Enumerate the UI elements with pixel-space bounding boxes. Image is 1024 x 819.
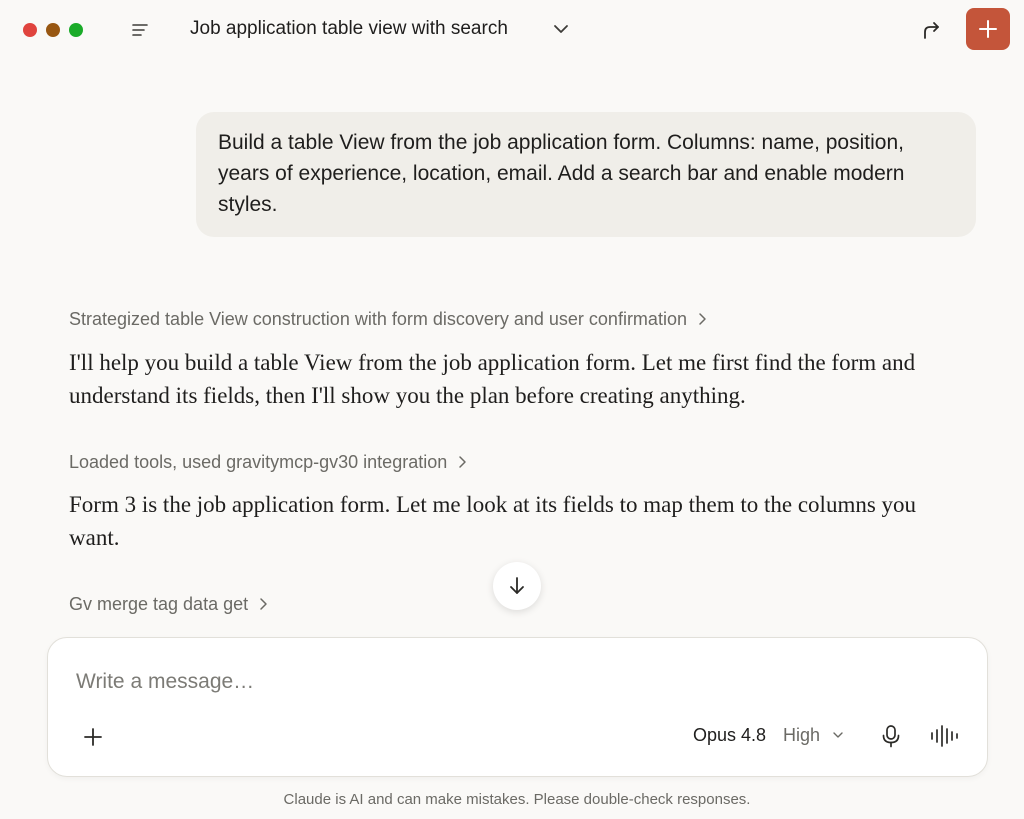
window-close-button[interactable] [23, 23, 37, 37]
plus-icon [979, 20, 997, 38]
voice-waveform-icon[interactable] [929, 723, 961, 749]
assistant-message-text: I'll help you build a table View from th… [69, 350, 916, 408]
user-message: Build a table View from the job applicat… [196, 112, 976, 237]
window-minimize-button[interactable] [46, 23, 60, 37]
disclaimer-text: Claude is AI and can make mistakes. Plea… [283, 791, 751, 808]
message-composer: Opus 4.8 High [47, 637, 988, 777]
sidebar-toggle-icon[interactable] [130, 20, 150, 40]
tool-use-toggle[interactable]: Loaded tools, used gravitymcp-gv30 integ… [69, 450, 469, 474]
tool-use-label: Loaded tools, used gravitymcp-gv30 integ… [69, 452, 448, 472]
chevron-right-icon [260, 598, 267, 610]
share-arrow-icon[interactable] [920, 18, 944, 42]
assistant-message-text: Form 3 is the job application form. Let … [69, 492, 917, 550]
chevron-right-icon [459, 456, 466, 468]
chevron-right-icon [699, 313, 706, 325]
microphone-icon[interactable] [878, 723, 904, 749]
thinking-summary-toggle[interactable]: Strategized table View construction with… [69, 307, 709, 331]
arrow-down-icon [510, 577, 524, 594]
message-input[interactable] [76, 666, 936, 698]
tool-use-label: Gv merge tag data get [69, 594, 249, 614]
scroll-to-bottom-button[interactable] [493, 562, 541, 610]
thinking-summary-label: Strategized table View construction with… [69, 309, 687, 329]
new-chat-button[interactable] [966, 8, 1010, 50]
plus-icon[interactable] [80, 724, 106, 750]
tool-use-toggle[interactable]: Gv merge tag data get [69, 592, 270, 616]
title-bar: Job application table view with search [0, 0, 1024, 60]
window-zoom-button[interactable] [69, 23, 83, 37]
chat-title[interactable]: Job application table view with search [190, 17, 508, 41]
effort-selector[interactable]: High [783, 723, 820, 747]
model-selector[interactable]: Opus 4.8 [693, 723, 766, 747]
chevron-down-icon[interactable] [832, 729, 844, 741]
chevron-down-icon[interactable] [551, 19, 571, 39]
